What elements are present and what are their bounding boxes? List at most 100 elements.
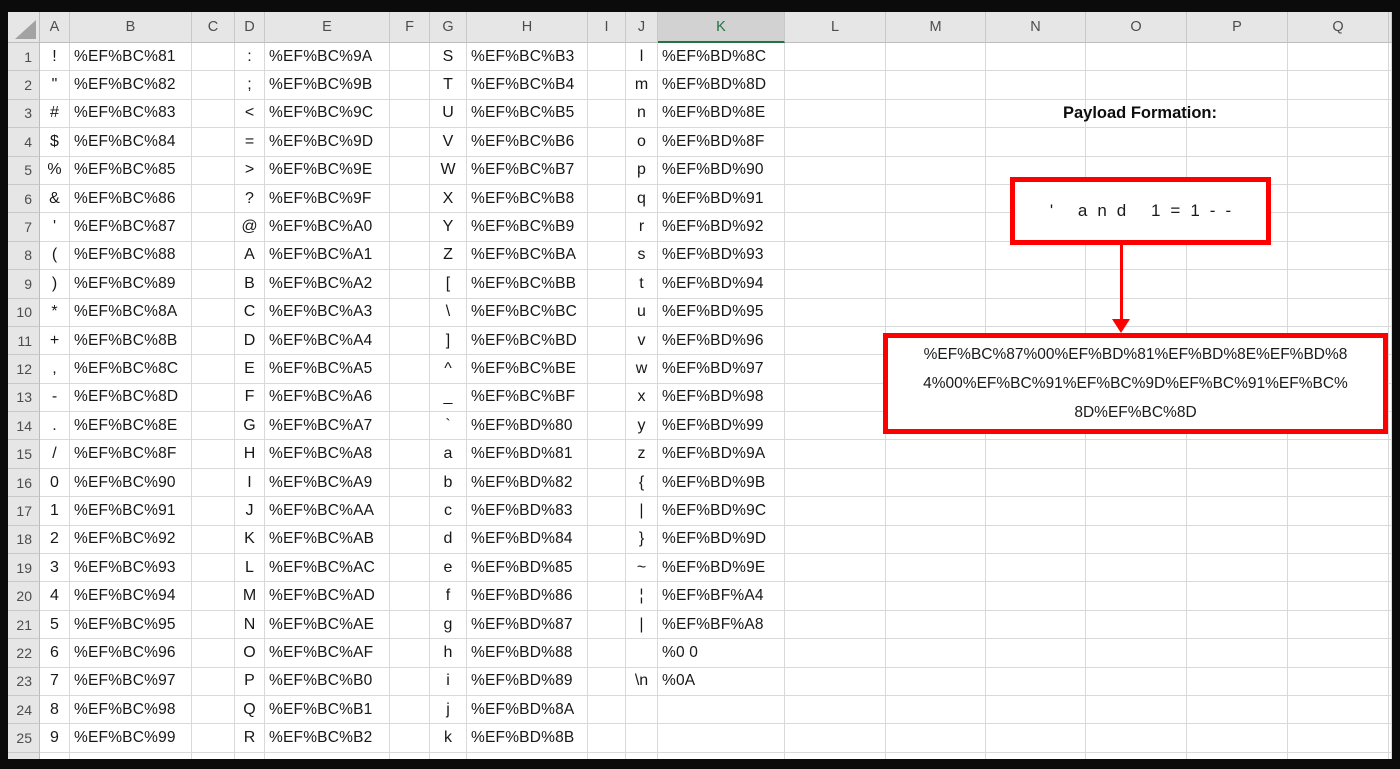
- cell-F11[interactable]: [390, 326, 430, 356]
- column-header-L[interactable]: L: [785, 12, 886, 43]
- cell-L21[interactable]: [785, 610, 886, 640]
- cell-Q16[interactable]: [1288, 468, 1389, 498]
- cell-E1[interactable]: %EF%BC%9A: [265, 43, 390, 72]
- cell-B5[interactable]: %EF%BC%85: [70, 156, 192, 185]
- cell-B11[interactable]: %EF%BC%8B: [70, 326, 192, 356]
- cell-J3[interactable]: n: [626, 99, 658, 129]
- cell-K10[interactable]: %EF%BD%95: [658, 298, 785, 327]
- cell-G22[interactable]: h: [430, 639, 467, 668]
- cell-E4[interactable]: %EF%BC%9D: [265, 128, 390, 157]
- row-header-9[interactable]: 9: [8, 270, 40, 299]
- select-all-button[interactable]: [8, 12, 40, 43]
- row-header-21[interactable]: 21: [8, 610, 40, 640]
- cell-I10[interactable]: [588, 298, 626, 327]
- cell-E20[interactable]: %EF%BC%AD: [265, 582, 390, 611]
- cell-O19[interactable]: [1086, 554, 1187, 583]
- cell-J23[interactable]: \n: [626, 667, 658, 696]
- cell-N17[interactable]: [986, 497, 1086, 526]
- cell-J6[interactable]: q: [626, 184, 658, 214]
- cell-D2[interactable]: ;: [235, 71, 265, 100]
- row-header-25[interactable]: 25: [8, 724, 40, 753]
- cell-G14[interactable]: `: [430, 412, 467, 441]
- cell-A24[interactable]: 8: [40, 695, 70, 725]
- cell-G4[interactable]: V: [430, 128, 467, 157]
- cell-C1[interactable]: [192, 43, 235, 72]
- cell-E22[interactable]: %EF%BC%AF: [265, 639, 390, 668]
- cell-J12[interactable]: w: [626, 355, 658, 384]
- cell-G10[interactable]: \: [430, 298, 467, 327]
- cell-Q6[interactable]: [1288, 184, 1389, 214]
- cell-F10[interactable]: [390, 298, 430, 327]
- cell-J14[interactable]: y: [626, 412, 658, 441]
- cell-I3[interactable]: [588, 99, 626, 129]
- cell-H24[interactable]: %EF%BD%8A: [467, 695, 588, 725]
- cell-L4[interactable]: [785, 128, 886, 157]
- cell-G1[interactable]: S: [430, 43, 467, 72]
- cell-O21[interactable]: [1086, 610, 1187, 640]
- cell-K21[interactable]: %EF%BF%A8: [658, 610, 785, 640]
- cell-J20[interactable]: ¦: [626, 582, 658, 611]
- row-header-22[interactable]: 22: [8, 639, 40, 668]
- cell-D7[interactable]: @: [235, 213, 265, 242]
- cell-L18[interactable]: [785, 525, 886, 555]
- cell-C22[interactable]: [192, 639, 235, 668]
- cell-J16[interactable]: {: [626, 468, 658, 498]
- cell-A6[interactable]: &: [40, 184, 70, 214]
- cell-C25[interactable]: [192, 724, 235, 753]
- cell-G5[interactable]: W: [430, 156, 467, 185]
- cell-G6[interactable]: X: [430, 184, 467, 214]
- cell-L19[interactable]: [785, 554, 886, 583]
- cell-J8[interactable]: s: [626, 241, 658, 271]
- cell-C8[interactable]: [192, 241, 235, 271]
- cell-J18[interactable]: }: [626, 525, 658, 555]
- cell-D4[interactable]: =: [235, 128, 265, 157]
- cell-H6[interactable]: %EF%BC%B8: [467, 184, 588, 214]
- cell-B24[interactable]: %EF%BC%98: [70, 695, 192, 725]
- cell-A13[interactable]: -: [40, 383, 70, 413]
- cell-C17[interactable]: [192, 497, 235, 526]
- cell-G8[interactable]: Z: [430, 241, 467, 271]
- cell-D25[interactable]: R: [235, 724, 265, 753]
- cell-E16[interactable]: %EF%BC%A9: [265, 468, 390, 498]
- cell-C2[interactable]: [192, 71, 235, 100]
- row-header-23[interactable]: 23: [8, 667, 40, 696]
- cell-D6[interactable]: ?: [235, 184, 265, 214]
- cell-G12[interactable]: ^: [430, 355, 467, 384]
- row-header-10[interactable]: 10: [8, 298, 40, 327]
- cell-L15[interactable]: [785, 440, 886, 469]
- cell-G25[interactable]: k: [430, 724, 467, 753]
- cell-Q24[interactable]: [1288, 695, 1389, 725]
- cell-K5[interactable]: %EF%BD%90: [658, 156, 785, 185]
- cell-E9[interactable]: %EF%BC%A2: [265, 270, 390, 299]
- cell-G11[interactable]: ]: [430, 326, 467, 356]
- cell-K6[interactable]: %EF%BD%91: [658, 184, 785, 214]
- cell-L13[interactable]: [785, 383, 886, 413]
- cell-E17[interactable]: %EF%BC%AA: [265, 497, 390, 526]
- cell-H1[interactable]: %EF%BC%B3: [467, 43, 588, 72]
- cell-P17[interactable]: [1187, 497, 1288, 526]
- cell-O20[interactable]: [1086, 582, 1187, 611]
- cell-M6[interactable]: [886, 184, 986, 214]
- cell-D8[interactable]: A: [235, 241, 265, 271]
- column-header-P[interactable]: P: [1187, 12, 1288, 43]
- cell-E6[interactable]: %EF%BC%9F: [265, 184, 390, 214]
- cell-G23[interactable]: i: [430, 667, 467, 696]
- cell-H21[interactable]: %EF%BD%87: [467, 610, 588, 640]
- cell-A14[interactable]: .: [40, 412, 70, 441]
- cell-F4[interactable]: [390, 128, 430, 157]
- cell-H13[interactable]: %EF%BC%BF: [467, 383, 588, 413]
- cell-E5[interactable]: %EF%BC%9E: [265, 156, 390, 185]
- column-header-J[interactable]: J: [626, 12, 658, 43]
- cell-G13[interactable]: _: [430, 383, 467, 413]
- cell-C11[interactable]: [192, 326, 235, 356]
- cell-D22[interactable]: O: [235, 639, 265, 668]
- cell-O1[interactable]: [1086, 43, 1187, 72]
- cell-N20[interactable]: [986, 582, 1086, 611]
- cell-F19[interactable]: [390, 554, 430, 583]
- cell-N8[interactable]: [986, 241, 1086, 271]
- cell-A18[interactable]: 2: [40, 525, 70, 555]
- cell-H10[interactable]: %EF%BC%BC: [467, 298, 588, 327]
- column-header-I[interactable]: I: [588, 12, 626, 43]
- cell-I9[interactable]: [588, 270, 626, 299]
- cell-A17[interactable]: 1: [40, 497, 70, 526]
